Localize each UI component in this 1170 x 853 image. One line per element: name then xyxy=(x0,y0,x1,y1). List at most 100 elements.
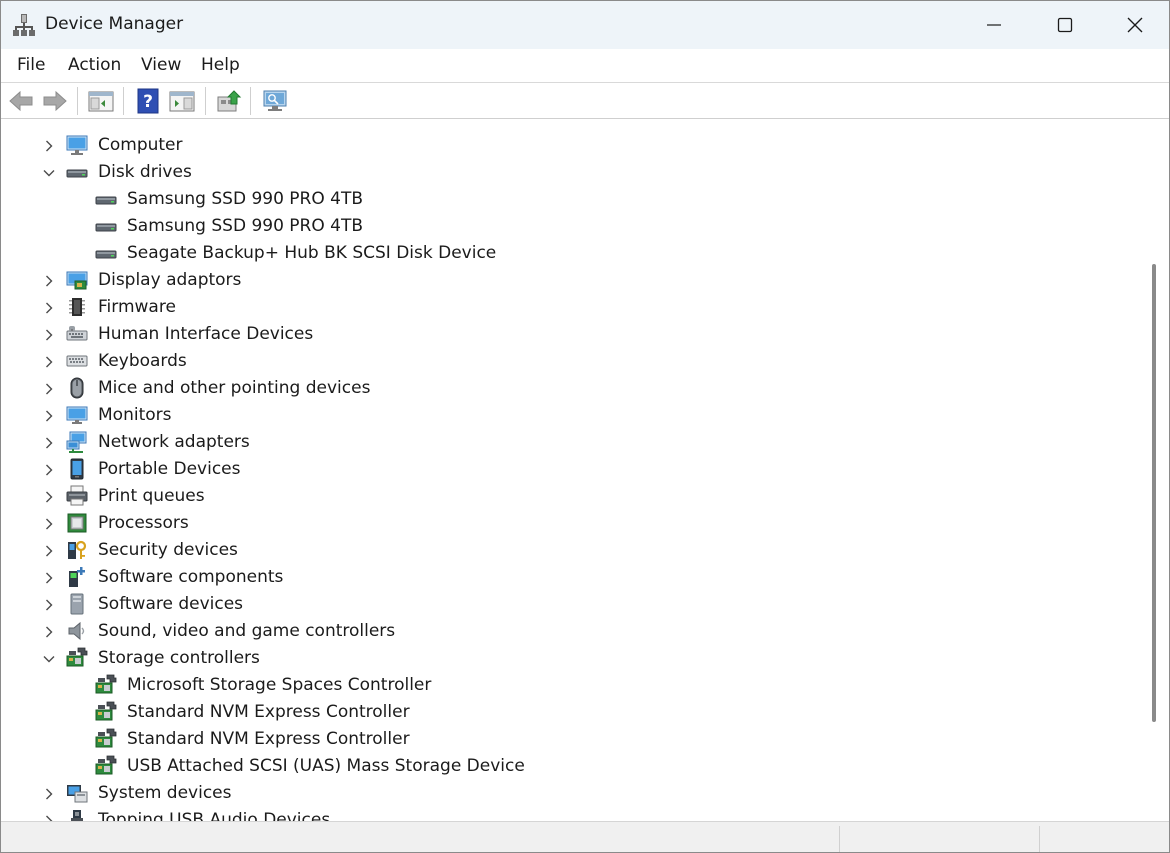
tree-device-standard-nvm-express-controller[interactable]: Standard NVM Express Controller xyxy=(3,725,1143,752)
chevron-right-icon[interactable] xyxy=(42,516,56,530)
usb-audio-icon xyxy=(66,809,88,821)
tree-category-processors[interactable]: Processors xyxy=(3,509,1143,536)
chevron-right-icon[interactable] xyxy=(42,408,56,422)
svg-text:?: ? xyxy=(143,92,153,112)
close-icon xyxy=(1127,17,1143,33)
tree-item-label: Keyboards xyxy=(98,351,187,371)
tree-device-seagate-backup-hub-bk-scsi-disk-device[interactable]: Seagate Backup+ Hub BK SCSI Disk Device xyxy=(3,239,1143,266)
chevron-right-icon[interactable] xyxy=(42,786,56,800)
tree-item-label: Processors xyxy=(98,513,189,533)
close-button[interactable] xyxy=(1100,1,1169,49)
device-manager-app-icon xyxy=(13,13,35,37)
chevron-right-icon[interactable] xyxy=(42,624,56,638)
forward-arrow-icon xyxy=(43,90,67,112)
menu-help[interactable]: Help xyxy=(201,55,240,75)
back-arrow-icon xyxy=(9,90,33,112)
system-device-icon xyxy=(66,782,88,804)
tree-item-label: Human Interface Devices xyxy=(98,324,314,344)
network-adapter-icon xyxy=(66,431,88,453)
storage-controller-icon xyxy=(95,755,117,777)
minimize-button[interactable] xyxy=(959,1,1029,49)
tree-item-label: Display adaptors xyxy=(98,270,242,290)
tree-category-mice-and-other-pointing-devices[interactable]: Mice and other pointing devices xyxy=(3,374,1143,401)
tree-item-label: Seagate Backup+ Hub BK SCSI Disk Device xyxy=(127,243,497,263)
menu-view[interactable]: View xyxy=(141,55,181,75)
speaker-icon xyxy=(66,620,88,642)
tree-device-microsoft-storage-spaces-controller[interactable]: Microsoft Storage Spaces Controller xyxy=(3,671,1143,698)
tree-category-software-components[interactable]: Software components xyxy=(3,563,1143,590)
tree-category-human-interface-devices[interactable]: Human Interface Devices xyxy=(3,320,1143,347)
printer-icon xyxy=(66,485,88,507)
tree-category-computer[interactable]: Computer xyxy=(3,131,1143,158)
chevron-right-icon[interactable] xyxy=(42,273,56,287)
forward-button[interactable] xyxy=(41,88,69,114)
tree-device-usb-attached-scsi-uas-mass-storage-device[interactable]: USB Attached SCSI (UAS) Mass Storage Dev… xyxy=(3,752,1143,779)
tree-device-samsung-ssd-990-pro-4tb[interactable]: Samsung SSD 990 PRO 4TB xyxy=(3,212,1143,239)
tree-item-label: Samsung SSD 990 PRO 4TB xyxy=(127,189,364,209)
chevron-right-icon[interactable] xyxy=(42,381,56,395)
tree-device-standard-nvm-express-controller[interactable]: Standard NVM Express Controller xyxy=(3,698,1143,725)
disk-drive-icon xyxy=(95,215,117,237)
show-hide-action-pane-button[interactable] xyxy=(168,88,196,114)
disk-drive-icon xyxy=(66,161,88,183)
storage-controller-icon xyxy=(66,647,88,669)
tree-category-monitors[interactable]: Monitors xyxy=(3,401,1143,428)
chevron-right-icon[interactable] xyxy=(42,543,56,557)
tree-category-disk-drives[interactable]: Disk drives xyxy=(3,158,1143,185)
device-manager-window: Device Manager File Action View Help ? C… xyxy=(0,0,1170,853)
tree-category-display-adaptors[interactable]: Display adaptors xyxy=(3,266,1143,293)
chevron-down-icon[interactable] xyxy=(42,165,56,179)
tree-category-security-devices[interactable]: Security devices xyxy=(3,536,1143,563)
chevron-right-icon[interactable] xyxy=(42,138,56,152)
tree-category-software-devices[interactable]: Software devices xyxy=(3,590,1143,617)
chevron-right-icon[interactable] xyxy=(42,570,56,584)
toolbar-separator xyxy=(123,87,124,115)
back-button[interactable] xyxy=(7,88,35,114)
chevron-right-icon[interactable] xyxy=(42,462,56,476)
tree-category-print-queues[interactable]: Print queues xyxy=(3,482,1143,509)
toolbar-separator xyxy=(250,87,251,115)
tree-item-label: Microsoft Storage Spaces Controller xyxy=(127,675,432,695)
tree-item-label: Sound, video and game controllers xyxy=(98,621,396,641)
help-icon: ? xyxy=(137,88,159,114)
update-driver-button[interactable] xyxy=(215,88,243,114)
scan-for-hardware-changes-button[interactable] xyxy=(261,88,289,114)
tree-category-network-adapters[interactable]: Network adapters xyxy=(3,428,1143,455)
computer-icon xyxy=(66,134,88,156)
chevron-right-icon[interactable] xyxy=(42,813,56,821)
toolbar: ? xyxy=(1,83,1169,119)
scrollbar-thumb[interactable] xyxy=(1152,264,1156,722)
tree-device-samsung-ssd-990-pro-4tb[interactable]: Samsung SSD 990 PRO 4TB xyxy=(3,185,1143,212)
scan-for-hardware-changes-icon xyxy=(263,90,287,111)
help-button[interactable]: ? xyxy=(134,88,162,114)
chevron-right-icon[interactable] xyxy=(42,597,56,611)
security-device-icon xyxy=(66,539,88,561)
chevron-right-icon[interactable] xyxy=(42,489,56,503)
menu-file[interactable]: File xyxy=(17,55,45,75)
chevron-right-icon[interactable] xyxy=(42,435,56,449)
tree-item-label: Samsung SSD 990 PRO 4TB xyxy=(127,216,364,236)
tree-category-firmware[interactable]: Firmware xyxy=(3,293,1143,320)
status-separator xyxy=(839,826,840,852)
maximize-icon xyxy=(1057,17,1073,33)
tree-category-storage-controllers[interactable]: Storage controllers xyxy=(3,644,1143,671)
tree-category-topping-usb-audio-devices[interactable]: Topping USB Audio Devices xyxy=(3,806,1143,821)
tree-item-label: Storage controllers xyxy=(98,648,260,668)
tree-category-system-devices[interactable]: System devices xyxy=(3,779,1143,806)
tree-item-label: USB Attached SCSI (UAS) Mass Storage Dev… xyxy=(127,756,525,776)
maximize-button[interactable] xyxy=(1030,1,1100,49)
keyboard-icon xyxy=(66,350,88,372)
show-hide-console-tree-button[interactable] xyxy=(87,88,115,114)
vertical-scrollbar[interactable] xyxy=(1144,125,1169,821)
chevron-right-icon[interactable] xyxy=(42,300,56,314)
chevron-right-icon[interactable] xyxy=(42,354,56,368)
tree-item-label: Disk drives xyxy=(98,162,192,182)
chevron-right-icon[interactable] xyxy=(42,327,56,341)
chevron-down-icon[interactable] xyxy=(42,651,56,665)
tree-item-label: Firmware xyxy=(98,297,176,317)
tree-category-portable-devices[interactable]: Portable Devices xyxy=(3,455,1143,482)
menu-action[interactable]: Action xyxy=(68,55,121,75)
tree-category-keyboards[interactable]: Keyboards xyxy=(3,347,1143,374)
storage-controller-icon xyxy=(95,674,117,696)
tree-category-sound-video-and-game-controllers[interactable]: Sound, video and game controllers xyxy=(3,617,1143,644)
